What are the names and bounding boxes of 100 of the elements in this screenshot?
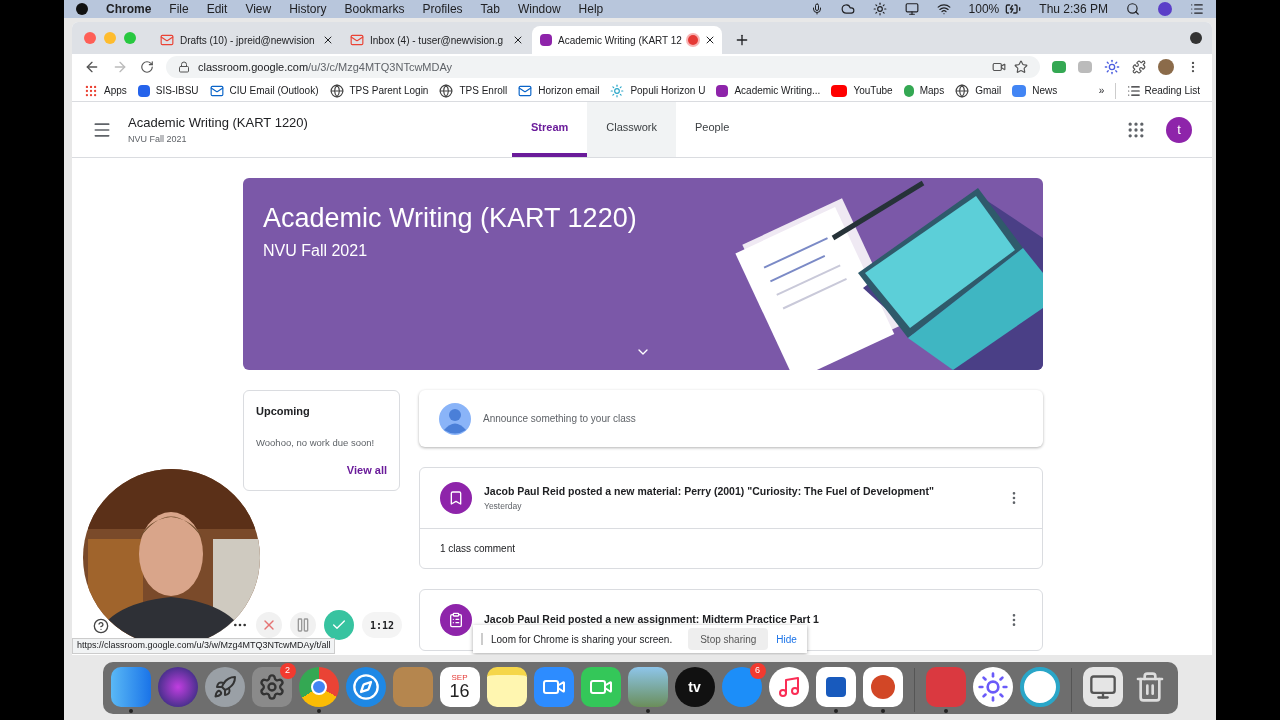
address-bar[interactable]: classroom.google.com/u/3/c/Mzg4MTQ3NTcwMDAy [166,56,1040,78]
wifi-icon[interactable] [936,2,951,16]
window-thumbnail-icon[interactable] [1082,667,1123,707]
mail-icon [209,83,224,98]
cancel-button[interactable] [256,612,282,638]
close-icon[interactable] [512,34,524,46]
bookmark[interactable]: News [1032,83,1058,98]
bookmark[interactable]: Maps [919,83,945,98]
menu-item[interactable]: Edit [206,0,228,18]
view-all-link[interactable]: View all [346,461,387,479]
post-date: Yesterday [484,499,523,513]
menu-item[interactable]: Window [517,0,561,18]
compass-icon[interactable] [345,667,386,707]
menu-item[interactable]: Profiles [422,0,463,18]
pause-button[interactable] [290,612,316,638]
search-icon[interactable] [1126,2,1140,16]
bookmark[interactable]: CIU Email (Outlook) [229,83,319,98]
menu-item[interactable]: View [245,0,272,18]
hide-button[interactable]: Hide [776,631,797,647]
play-icon [831,84,848,97]
bookmark-icon [440,482,472,514]
bookmark[interactable]: Academic Writing... [734,83,821,98]
map-pin-icon [903,84,914,97]
tv-icon[interactable]: tv [674,667,715,707]
globe-icon [329,83,344,98]
bookmark[interactable]: SIS-IBSU [155,83,199,98]
mail-icon [350,33,364,47]
post-title[interactable]: Jacob Paul Reid posted a new assignment: Midterm Practice Part 1 [484,612,994,628]
bookmark[interactable]: YouTube [853,83,893,98]
user-avatar[interactable]: t [1166,116,1192,143]
nav-tab[interactable]: Classwork [587,102,677,157]
camera-icon[interactable] [992,60,1006,74]
bookmark[interactable]: Populi Horizon U [630,83,706,98]
browser-icon[interactable] [298,667,339,707]
announce-field[interactable]: Announce something to your class [419,390,1043,447]
globe-icon [955,83,970,98]
class-subtitle: NVU Fall 2021 [128,132,188,146]
calendar-icon[interactable]: SEP 16 [439,667,480,707]
bookmark[interactable]: Apps [104,83,127,98]
nav-tab[interactable]: People [676,102,749,157]
card-title: Upcoming [256,404,311,419]
reading-list[interactable]: Reading List [1144,83,1200,98]
help-icon[interactable] [93,618,109,634]
banner-title: Academic Writing (KART 1220) [263,202,638,235]
menu-item[interactable]: File [169,0,189,18]
stop-sharing-button[interactable]: Stop sharing [688,628,769,650]
clock: Thu 2:36 PM [1039,1,1108,18]
class-comments-link[interactable]: 1 class comment [440,541,516,556]
extensions-icon[interactable] [1132,60,1146,74]
site-icon [137,84,150,97]
recording-timer: 1:12 [362,612,403,638]
browser-tab[interactable]: Academic Writing (KART 12 [532,26,722,54]
menu-item[interactable]: Chrome [106,0,152,18]
bookmark[interactable]: TPS Parent Login [349,83,429,98]
reload-icon[interactable] [140,60,154,74]
sun-icon[interactable] [872,2,887,16]
bookmark-star-icon[interactable] [1014,60,1028,74]
class-title: Academic Writing (KART 1220) [128,114,309,132]
tab-title: Academic Writing (KART 12 [558,33,682,48]
profile-avatar[interactable] [1158,59,1174,75]
bookmark[interactable]: TPS Enroll [459,83,508,98]
battery-percentage: 100% [968,1,1000,18]
photo-icon[interactable] [627,667,668,707]
menu-item[interactable]: Bookmarks [344,0,405,18]
new-tab-icon[interactable] [734,32,750,48]
slides-icon[interactable] [862,667,903,707]
video-call-icon[interactable] [580,667,621,707]
close-icon[interactable] [322,34,334,46]
rocket-icon[interactable] [204,667,245,707]
notepad-icon[interactable] [486,667,527,707]
reading-list-icon [1127,83,1142,98]
orb-icon[interactable] [1158,2,1172,16]
browser-tab[interactable]: Inbox (4) - tuser@newvision.g [342,26,532,54]
clipboard-icon [440,604,472,636]
document-icon[interactable] [815,667,856,707]
url-text: classroom.google.com/u/3/c/Mzg4MTQ3NTcwMDAy [198,59,454,75]
battery-icon[interactable] [1005,1,1022,17]
microphone-icon[interactable] [810,3,823,15]
back-icon[interactable] [84,59,100,75]
bookmark[interactable]: Gmail [975,83,1002,98]
classroom-icon [540,34,552,46]
video-camera-icon[interactable] [533,667,574,707]
mail-icon [518,83,533,98]
music-note-icon[interactable] [768,667,809,707]
more-bookmarks[interactable]: » [1098,83,1105,98]
screen-icon[interactable] [904,2,919,16]
notification-badge: 6 [749,663,766,679]
control-center-icon[interactable] [1190,2,1204,16]
tab-title: Drafts (10) - jpreid@newvision [180,33,316,48]
cloud-icon[interactable] [840,2,855,16]
menu-item[interactable]: Help [578,0,604,18]
tab-title: Inbox (4) - tuser@newvision.g [370,33,504,48]
post-title[interactable]: Jacob Paul Reid posted a new material: Perry (2001) "Curiosity: The Fuel of Development" [484,483,994,500]
menu-item[interactable]: Tab [480,0,500,18]
browser-tab[interactable]: Drafts (10) - jpreid@newvision [152,26,342,54]
menu-item[interactable]: History [289,0,327,18]
pause-icon [295,617,311,633]
bookmark[interactable]: Horizon email [538,83,600,98]
sharing-message: Loom for Chrome is sharing your screen. [491,632,673,647]
gear-icon[interactable] [251,667,292,707]
